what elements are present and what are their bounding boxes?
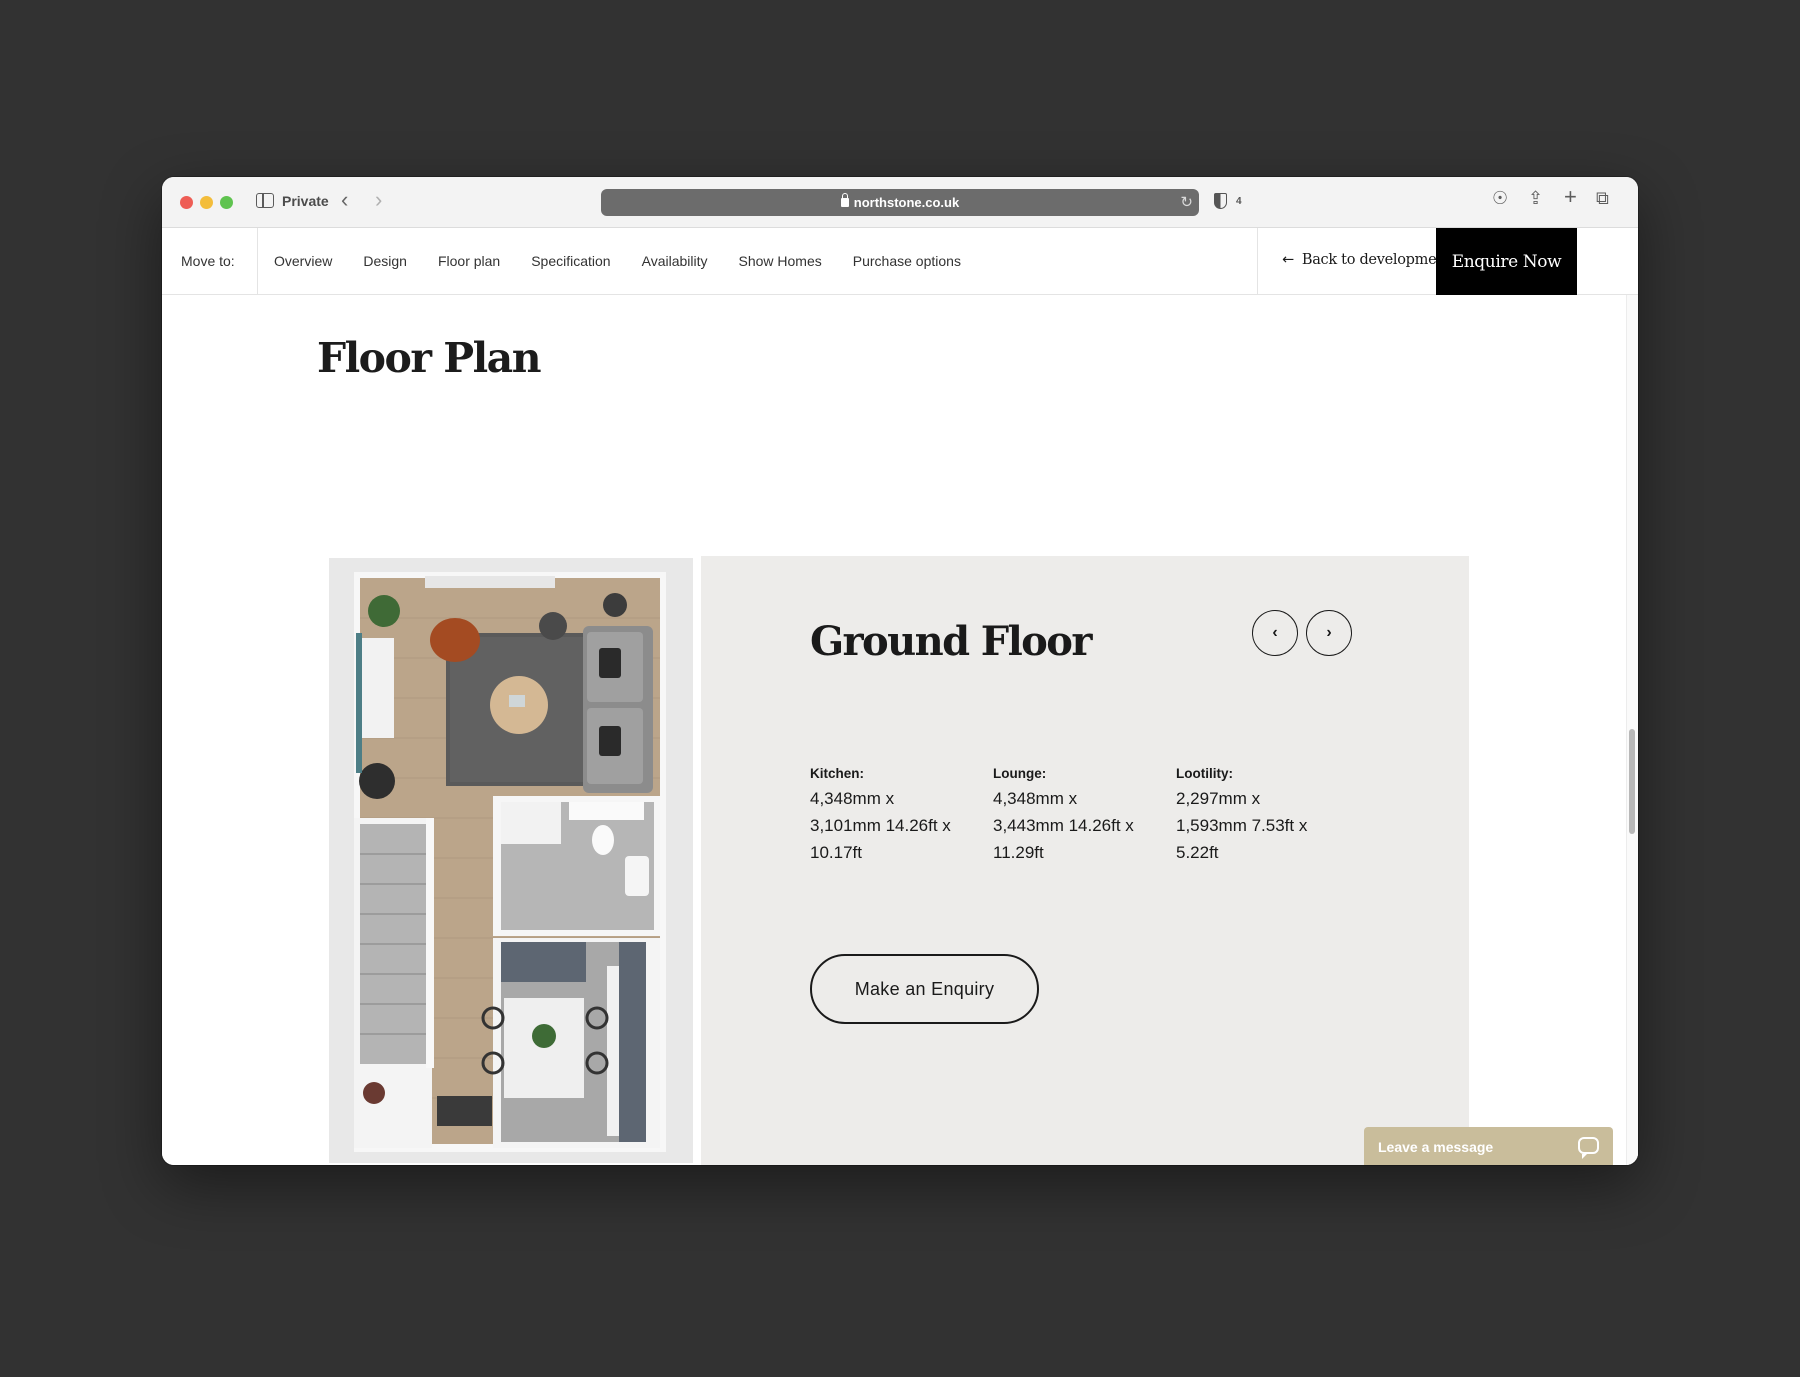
floor-title: Ground Floor [810, 618, 1092, 665]
room-lounge: Lounge: 4,348mm x 3,443mm 14.26ft x 11.2… [993, 766, 1143, 866]
nav-specification[interactable]: Specification [531, 253, 610, 269]
tab-overview-icon[interactable]: ⧉ [1596, 189, 1609, 207]
nav-floor-plan[interactable]: Floor plan [438, 253, 500, 269]
previous-floor-button[interactable]: ‹ [1252, 610, 1298, 656]
room-label: Kitchen: [810, 766, 864, 781]
next-floor-button[interactable]: › [1306, 610, 1352, 656]
share-icon[interactable]: ⇪ [1528, 189, 1543, 207]
nav-divider [1257, 228, 1258, 295]
chat-widget[interactable]: Leave a message [1364, 1127, 1613, 1165]
floor-plan-image [329, 558, 693, 1163]
nav-design[interactable]: Design [363, 253, 407, 269]
download-icon[interactable]: ☉ [1492, 189, 1508, 207]
room-lootility: Lootility: 2,297mm x 1,593mm 7.53ft x 5.… [1176, 766, 1326, 866]
zoom-window-button[interactable] [220, 196, 233, 209]
chevron-right-icon: › [1326, 624, 1332, 641]
nav-availability[interactable]: Availability [642, 253, 708, 269]
reload-icon[interactable]: ↻ [1180, 193, 1193, 211]
minimize-window-button[interactable] [200, 196, 213, 209]
section-nav: Overview Design Floor plan Specification… [274, 253, 992, 269]
lock-icon [840, 193, 849, 207]
chat-bubble-icon [1578, 1137, 1599, 1159]
nav-divider [257, 228, 258, 295]
scrollbar-thumb[interactable] [1629, 729, 1635, 834]
room-dimensions: 2,297mm x 1,593mm 7.53ft x 5.22ft [1176, 789, 1308, 862]
private-label: Private [282, 193, 329, 209]
forward-nav-icon[interactable]: › [375, 189, 382, 211]
privacy-shield-icon[interactable] [1214, 193, 1227, 209]
back-to-development-label: Back to development [1301, 252, 1451, 268]
nav-overview[interactable]: Overview [274, 253, 332, 269]
sidebar-toggle-icon[interactable] [256, 193, 274, 208]
url-text: northstone.co.uk [853, 195, 960, 210]
back-to-development-link[interactable]: ← Back to development [1282, 252, 1451, 268]
new-tab-icon[interactable]: + [1564, 186, 1577, 208]
floor-details-panel: Ground Floor ‹ › Kitchen: 4,348mm x 3,10… [701, 556, 1469, 1165]
move-to-label: Move to: [181, 253, 235, 269]
address-bar[interactable]: northstone.co.uk ↻ [601, 189, 1199, 216]
room-label: Lounge: [993, 766, 1047, 781]
browser-titlebar: Private ‹ › northstone.co.uk ↻ 4 ☉ ⇪ + ⧉ [162, 177, 1638, 228]
room-dimensions: 4,348mm x 3,443mm 14.26ft x 11.29ft [993, 789, 1134, 862]
arrow-left-icon: ← [1282, 252, 1294, 268]
chevron-left-icon: ‹ [1272, 624, 1278, 641]
nav-purchase-options[interactable]: Purchase options [853, 253, 961, 269]
room-label: Lootility: [1176, 766, 1233, 781]
enquire-now-button[interactable]: Enquire Now [1436, 228, 1577, 295]
room-dimensions: 4,348mm x 3,101mm 14.26ft x 10.17ft [810, 789, 951, 862]
room-kitchen: Kitchen: 4,348mm x 3,101mm 14.26ft x 10.… [810, 766, 960, 866]
close-window-button[interactable] [180, 196, 193, 209]
nav-show-homes[interactable]: Show Homes [739, 253, 822, 269]
site-navigation: Move to: Overview Design Floor plan Spec… [162, 228, 1638, 295]
make-enquiry-button[interactable]: Make an Enquiry [810, 954, 1039, 1024]
page-title: Floor Plan [317, 334, 542, 382]
back-nav-icon[interactable]: ‹ [341, 189, 348, 211]
page-scrollbar[interactable] [1626, 295, 1638, 1165]
tracker-count: 4 [1236, 196, 1242, 207]
page-content: Floor Plan Ground Floor ‹ › Kitchen: 4,3… [162, 296, 1638, 1165]
chat-widget-label: Leave a message [1378, 1139, 1494, 1155]
browser-window: Private ‹ › northstone.co.uk ↻ 4 ☉ ⇪ + ⧉… [162, 177, 1638, 1165]
floor-plan-render [329, 558, 693, 1163]
